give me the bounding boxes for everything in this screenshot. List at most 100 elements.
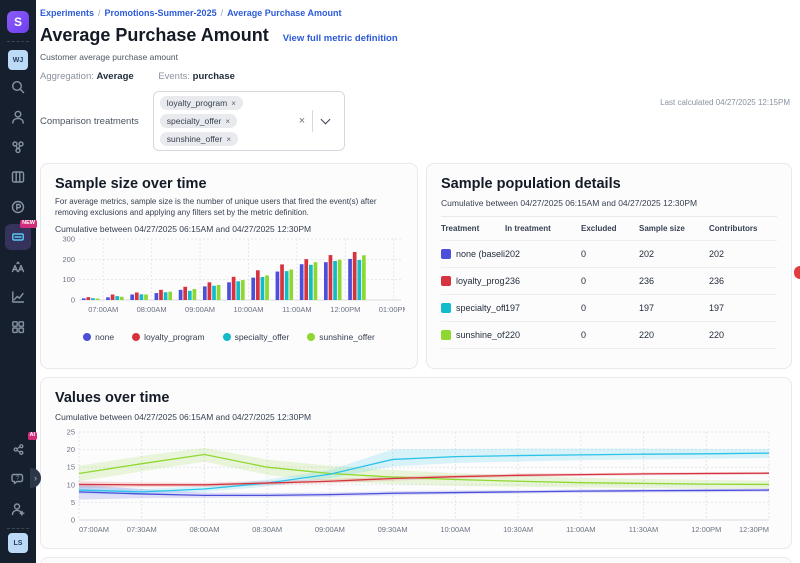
svg-text:07:00AM: 07:00AM xyxy=(88,305,118,314)
remove-tag-icon[interactable]: × xyxy=(231,99,236,108)
svg-text:20: 20 xyxy=(67,445,75,454)
invite-user-icon[interactable] xyxy=(5,496,31,522)
breadcrumb-experiment-name[interactable]: Promotions-Summer-2025 xyxy=(105,8,217,18)
multiselect-divider xyxy=(312,110,313,132)
cell-value: 202 xyxy=(639,249,709,259)
treatment-name: sunshine_offer xyxy=(456,330,505,340)
cell-value: 202 xyxy=(709,249,777,259)
svg-text:12:00PM: 12:00PM xyxy=(330,305,360,314)
svg-text:15: 15 xyxy=(67,463,75,472)
legend-item-loyalty-program[interactable]: loyalty_program xyxy=(132,332,204,342)
last-calculated-text: Last calculated 04/27/2025 12:15PM xyxy=(660,98,790,107)
ai-badge: AI xyxy=(28,432,38,440)
chevron-down-icon[interactable] xyxy=(321,115,331,125)
sample-size-bar-chart[interactable]: 010020030007:00AM08:00AM09:00AM10:00AM11… xyxy=(55,234,405,324)
svg-text:09:30AM: 09:30AM xyxy=(378,525,408,534)
svg-text:08:00AM: 08:00AM xyxy=(189,525,219,534)
breadcrumb-separator: / xyxy=(98,8,101,18)
page-title: Average Purchase Amount xyxy=(40,25,269,46)
legend-dot xyxy=(223,333,231,341)
cell-value: 202 xyxy=(505,249,581,259)
treatment-name: loyalty_program xyxy=(456,276,505,286)
col-sample-size: Sample size xyxy=(639,224,709,233)
legend-item-specialty-offer[interactable]: specialty_offer xyxy=(223,332,290,342)
treatment-pill[interactable]: sunshine_offer× xyxy=(160,132,238,146)
table-row: specialty_offer 197 0 197 197 xyxy=(441,295,777,322)
workspace-avatar[interactable]: WJ xyxy=(8,50,28,70)
table-header-row: Treatment In treatment Excluded Sample s… xyxy=(441,217,777,241)
svg-text:12:30PM: 12:30PM xyxy=(739,525,769,534)
values-over-time-card: Values over time Cumulative between 04/2… xyxy=(40,377,792,549)
statsig-logo-icon[interactable]: S xyxy=(7,11,29,33)
user-avatar[interactable]: LS xyxy=(8,533,28,553)
svg-text:11:00AM: 11:00AM xyxy=(282,305,311,314)
svg-text:10:00AM: 10:00AM xyxy=(233,305,263,314)
treatment-pill[interactable]: specialty_offer× xyxy=(160,114,237,128)
breadcrumb-experiments[interactable]: Experiments xyxy=(40,8,94,18)
treatment-pill-label: loyalty_program xyxy=(167,98,227,108)
values-title: Values over time xyxy=(55,390,777,406)
remove-tag-icon[interactable]: × xyxy=(226,135,231,144)
metric-dispersion-card: Metric dispersion Cumulative between 04/… xyxy=(40,557,792,563)
sample-size-cumulative: Cumulative between 04/27/2025 06:15AM an… xyxy=(55,224,403,234)
svg-text:25: 25 xyxy=(67,428,75,437)
search-icon[interactable] xyxy=(5,74,31,100)
treatments-multiselect[interactable]: loyalty_program × specialty_offer× sunshi… xyxy=(153,91,345,151)
cell-value: 0 xyxy=(581,249,639,259)
cell-value: 197 xyxy=(639,303,709,313)
svg-text:5: 5 xyxy=(71,498,75,507)
sample-population-card: Sample population details Cumulative bet… xyxy=(426,163,792,369)
svg-text:10:30AM: 10:30AM xyxy=(503,525,533,534)
pulse-icon[interactable] xyxy=(5,194,31,220)
svg-text:12:00PM: 12:00PM xyxy=(691,525,721,534)
app-window: S WJ NEW xyxy=(0,0,800,563)
treatment-name: specialty_offer xyxy=(456,303,505,313)
events-value: purchase xyxy=(193,71,235,82)
legend-item-none[interactable]: none xyxy=(83,332,114,342)
cell-value: 0 xyxy=(581,303,639,313)
treatment-pill[interactable]: loyalty_program × xyxy=(160,96,243,110)
svg-text:10:00AM: 10:00AM xyxy=(440,525,470,534)
population-table: Treatment In treatment Excluded Sample s… xyxy=(441,216,777,349)
legend-label: specialty_offer xyxy=(235,332,290,342)
treatment-pill-label: sunshine_offer xyxy=(167,134,223,144)
svg-text:100: 100 xyxy=(62,276,75,285)
legend-item-sunshine-offer[interactable]: sunshine_offer xyxy=(307,332,375,342)
treatment-color-swatch xyxy=(441,303,451,313)
sample-size-card: Sample size over time For average metric… xyxy=(40,163,418,369)
population-title: Sample population details xyxy=(441,176,777,192)
view-metric-definition-link[interactable]: View full metric definition xyxy=(283,33,398,44)
experiments-icon-active[interactable]: NEW xyxy=(5,224,31,250)
cell-value: 220 xyxy=(709,330,777,340)
feedback-handle[interactable] xyxy=(794,266,800,279)
legend-label: sunshine_offer xyxy=(319,332,375,342)
users-icon[interactable] xyxy=(5,104,31,130)
ai-assistant-icon[interactable]: AI xyxy=(5,436,31,462)
dashboards-icon[interactable] xyxy=(5,314,31,340)
sample-size-title: Sample size over time xyxy=(55,176,403,192)
ab-test-icon[interactable] xyxy=(5,254,31,280)
feature-gates-icon[interactable] xyxy=(5,134,31,160)
segments-icon[interactable] xyxy=(5,164,31,190)
col-in-treatment: In treatment xyxy=(505,224,581,233)
svg-text:200: 200 xyxy=(62,255,75,264)
breadcrumb: Experiments/Promotions-Summer-2025/Avera… xyxy=(40,8,792,18)
values-line-chart[interactable]: 051015202507:00AM07:30AM08:00AM08:30AM09… xyxy=(55,426,779,542)
sidebar-divider xyxy=(7,41,29,42)
svg-text:300: 300 xyxy=(62,235,75,244)
new-badge: NEW xyxy=(20,220,37,228)
metrics-icon[interactable] xyxy=(5,284,31,310)
treatment-name: none (baseline) xyxy=(456,249,505,259)
remove-tag-icon[interactable]: × xyxy=(225,117,230,126)
events-label: Events: xyxy=(158,71,190,82)
table-row: sunshine_offer 220 0 220 220 xyxy=(441,322,777,349)
clear-all-icon[interactable]: × xyxy=(299,115,305,127)
legend-dot xyxy=(132,333,140,341)
breadcrumb-separator: / xyxy=(221,8,224,18)
col-contributors: Contributors xyxy=(709,224,777,233)
svg-text:08:00AM: 08:00AM xyxy=(137,305,167,314)
values-cumulative: Cumulative between 04/27/2025 06:15AM an… xyxy=(55,412,777,422)
table-row: loyalty_program 236 0 236 236 xyxy=(441,268,777,295)
help-chat-icon[interactable]: ? xyxy=(5,466,31,492)
col-excluded: Excluded xyxy=(581,224,639,233)
